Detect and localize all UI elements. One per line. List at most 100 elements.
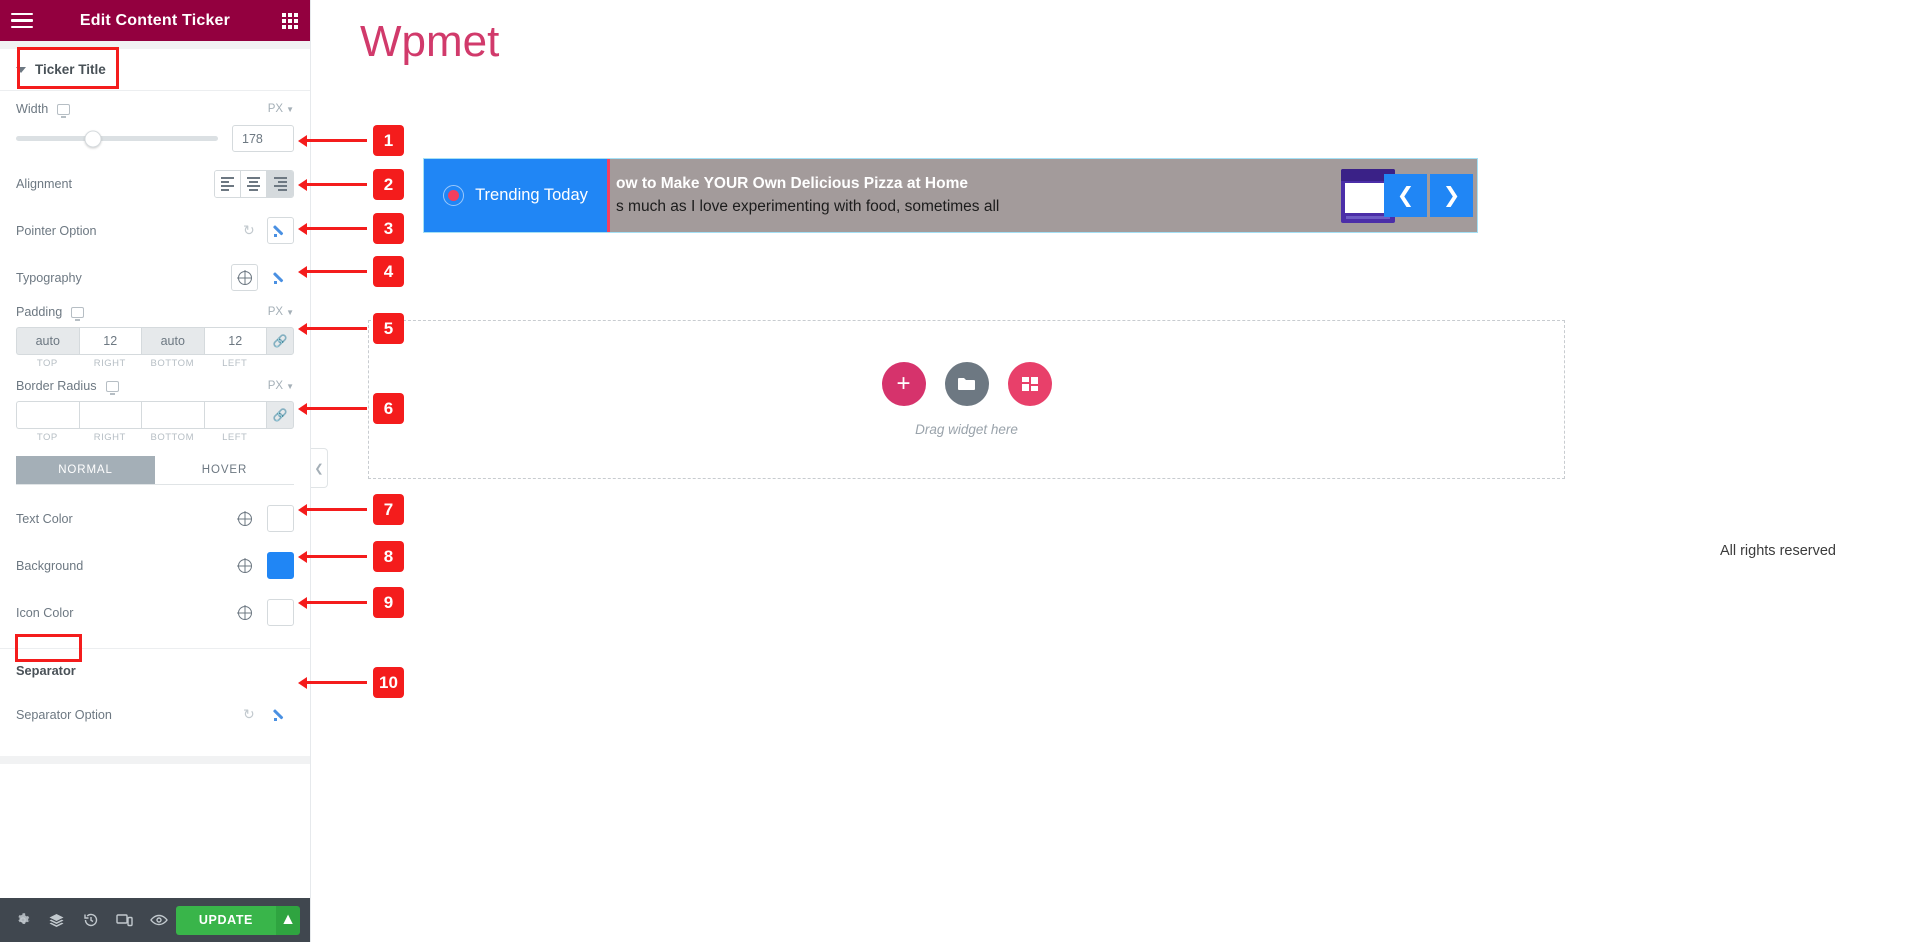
control-padding: Padding PX ▼ auto 12 auto 12 🔗 TOP RIGHT … xyxy=(0,291,310,369)
panel-subheader xyxy=(0,41,310,49)
border-radius-side-labels: TOP RIGHT BOTTOM LEFT xyxy=(16,432,294,443)
width-label: Width xyxy=(16,102,49,116)
width-input[interactable]: 178 xyxy=(232,125,294,152)
padding-bottom-label: BOTTOM xyxy=(150,358,194,369)
globe-icon xyxy=(237,511,252,526)
editor-panel: Edit Content Ticker Ticker Title Width P… xyxy=(0,0,311,942)
padding-right-label: RIGHT xyxy=(93,358,126,369)
width-slider[interactable] xyxy=(16,130,218,147)
text-color-global-button[interactable] xyxy=(231,505,258,532)
globe-icon xyxy=(237,605,252,620)
border-radius-fields: 🔗 xyxy=(16,401,294,429)
template-icon[interactable] xyxy=(1007,362,1052,406)
text-color-label: Text Color xyxy=(16,511,73,526)
reset-icon[interactable]: ↻ xyxy=(243,223,258,238)
update-button[interactable]: UPDATE xyxy=(175,905,276,935)
border-radius-left-label: LEFT xyxy=(222,432,248,443)
separator-edit-button[interactable] xyxy=(267,701,294,728)
ticker-slide[interactable]: ow to Make YOUR Own Delicious Pizza at H… xyxy=(610,175,999,216)
gear-icon[interactable] xyxy=(6,898,40,942)
tab-normal[interactable]: NORMAL xyxy=(16,456,155,484)
hamburger-icon[interactable] xyxy=(11,12,33,29)
footer-text: All rights reserved xyxy=(1719,543,1836,559)
padding-top-label: TOP xyxy=(36,358,58,369)
icon-color-global-button[interactable] xyxy=(231,599,258,626)
pointer-option-label: Pointer Option xyxy=(16,223,97,238)
align-center-button[interactable] xyxy=(241,171,267,197)
responsive-icon[interactable] xyxy=(108,898,142,942)
reset-icon[interactable]: ↻ xyxy=(243,707,258,722)
alignment-label: Alignment xyxy=(16,177,73,191)
ticker-prev-button[interactable]: ❮ xyxy=(1384,174,1427,217)
ticker-headline: ow to Make YOUR Own Delicious Pizza at H… xyxy=(616,175,968,192)
chevron-down-icon xyxy=(16,66,26,73)
monitor-icon[interactable] xyxy=(57,103,71,118)
border-radius-unit[interactable]: PX ▼ xyxy=(268,380,294,392)
border-radius-bottom-input[interactable] xyxy=(141,401,204,429)
grid-icon[interactable] xyxy=(282,13,299,29)
width-slider-handle[interactable] xyxy=(84,130,102,147)
section-ticker-title-label: Ticker Title xyxy=(35,62,106,77)
background-global-button[interactable] xyxy=(231,552,258,579)
update-options-caret-icon[interactable]: ▲ xyxy=(276,905,300,935)
pencil-icon xyxy=(273,270,288,285)
width-unit[interactable]: PX ▼ xyxy=(268,103,294,115)
dropzone-label: Drag widget here xyxy=(915,422,1018,437)
section-separator[interactable]: Separator xyxy=(0,649,310,680)
tab-hover[interactable]: HOVER xyxy=(155,456,294,484)
panel-body: Ticker Title Width PX ▼ 178 Alignment Po… xyxy=(0,49,310,898)
folder-icon[interactable] xyxy=(944,362,989,406)
add-widget-icon[interactable]: + xyxy=(881,362,926,406)
border-radius-left-input[interactable] xyxy=(203,401,266,429)
border-radius-link-icon[interactable]: 🔗 xyxy=(266,401,294,429)
border-radius-label: Border Radius xyxy=(16,379,97,393)
icon-color-swatch[interactable] xyxy=(267,599,294,626)
padding-left-input[interactable]: 12 xyxy=(203,327,266,355)
typography-edit-button[interactable] xyxy=(267,264,294,291)
state-tabs: NORMAL HOVER xyxy=(16,456,294,485)
control-text-color: Text Color xyxy=(0,485,310,532)
typography-global-button[interactable] xyxy=(231,264,258,291)
align-left-button[interactable] xyxy=(215,171,241,197)
border-radius-top-input[interactable] xyxy=(16,401,79,429)
separator-option-label: Separator Option xyxy=(16,707,112,722)
padding-right-input[interactable]: 12 xyxy=(78,327,141,355)
align-right-button[interactable] xyxy=(267,171,293,197)
panel-title: Edit Content Ticker xyxy=(79,11,231,29)
panel-header: Edit Content Ticker xyxy=(0,0,310,41)
panel-footer: UPDATE ▲ xyxy=(0,898,310,942)
section-ticker-title[interactable]: Ticker Title xyxy=(0,49,310,91)
ticker-navigation: ❮ ❯ xyxy=(1384,160,1476,231)
content-ticker-widget[interactable]: Trending Today ow to Make YOUR Own Delic… xyxy=(423,158,1478,233)
background-swatch[interactable] xyxy=(267,552,294,579)
globe-icon xyxy=(237,270,252,285)
panel-collapse-handle[interactable]: ❮ xyxy=(311,448,328,488)
layers-icon[interactable] xyxy=(40,898,74,942)
control-alignment: Alignment xyxy=(0,152,310,198)
border-radius-top-label: TOP xyxy=(36,432,58,443)
monitor-icon[interactable] xyxy=(71,306,85,321)
border-radius-right-input[interactable] xyxy=(78,401,141,429)
monitor-icon[interactable] xyxy=(105,380,119,395)
padding-bottom-input[interactable]: auto xyxy=(141,327,204,355)
padding-label: Padding xyxy=(16,305,63,319)
control-pointer-option: Pointer Option ↻ xyxy=(0,198,310,244)
record-dot-icon xyxy=(443,185,465,206)
background-label: Background xyxy=(16,558,84,573)
control-width: Width PX ▼ 178 xyxy=(0,91,310,152)
preview-icon[interactable] xyxy=(142,898,176,942)
ticker-subline: s much as I love experimenting with food… xyxy=(616,198,1000,215)
ticker-next-button[interactable]: ❯ xyxy=(1430,174,1473,217)
globe-icon xyxy=(237,558,252,573)
icon-color-label: Icon Color xyxy=(16,605,74,620)
pointer-edit-button[interactable] xyxy=(267,217,294,244)
ticker-label: Trending Today xyxy=(424,159,607,232)
history-icon[interactable] xyxy=(74,898,108,942)
padding-link-icon[interactable]: 🔗 xyxy=(266,327,294,355)
pencil-icon xyxy=(273,707,288,722)
drag-widget-dropzone[interactable]: + Drag widget here xyxy=(368,320,1565,479)
padding-top-input[interactable]: auto xyxy=(16,327,79,355)
text-color-swatch[interactable] xyxy=(267,505,294,532)
ticker-inner: Trending Today ow to Make YOUR Own Delic… xyxy=(424,159,1477,232)
padding-unit[interactable]: PX ▼ xyxy=(268,306,294,318)
